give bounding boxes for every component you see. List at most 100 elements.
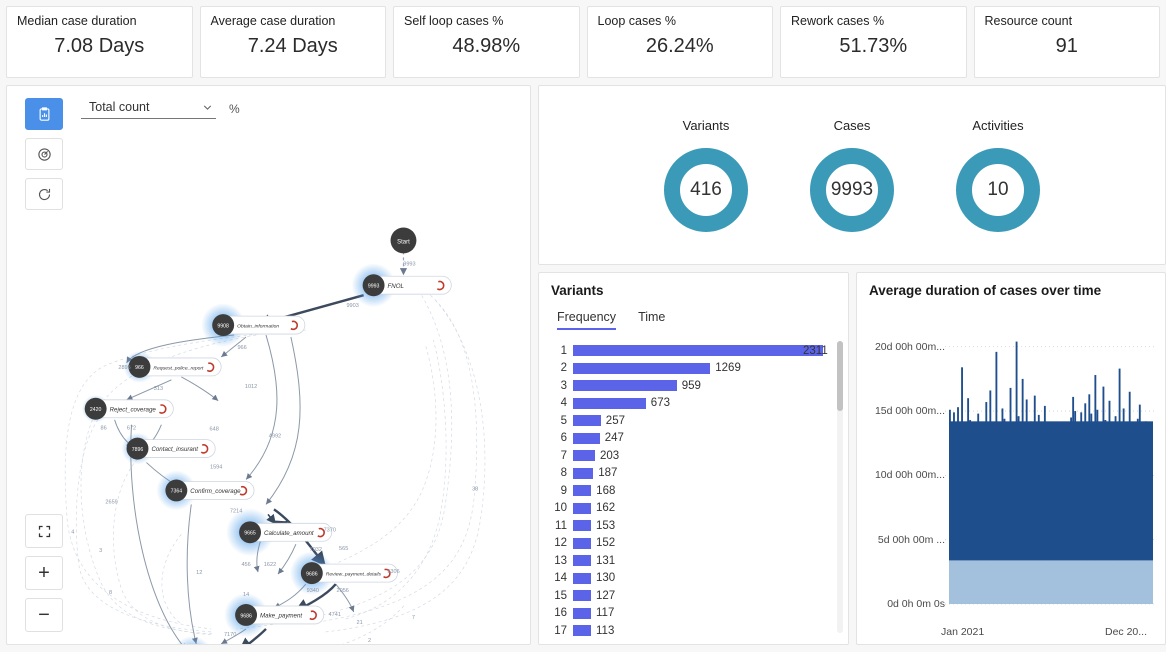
variant-row[interactable]: 1 2311	[547, 342, 832, 360]
variant-bar	[573, 467, 594, 479]
variant-value: 959	[681, 379, 701, 392]
edge-label: 7370	[324, 527, 336, 533]
process-node[interactable]: 2420 Reject_coverage	[84, 397, 174, 420]
variant-rank: 14	[554, 572, 567, 585]
node-count: 9665	[244, 531, 256, 537]
variants-scrollbar-thumb[interactable]	[837, 341, 843, 411]
process-map-panel[interactable]: Start End 9993FNOL9908Obtain_information…	[6, 85, 531, 645]
variant-row[interactable]: 14 130	[547, 570, 832, 588]
edge-label: 1622	[264, 562, 276, 568]
process-node[interactable]: 9686 Review_payment_details	[300, 562, 398, 585]
process-node[interactable]: 966 Request_police_report	[128, 355, 222, 378]
variant-row[interactable]: 13 131	[547, 552, 832, 570]
variant-value: 673	[650, 397, 670, 410]
fit-screen-icon[interactable]	[25, 514, 63, 548]
variant-row[interactable]: 5 257	[547, 412, 832, 430]
edge-label: 12	[196, 570, 202, 576]
variant-row[interactable]: 8 187	[547, 465, 832, 483]
variant-rank: 8	[560, 467, 567, 480]
variants-tab[interactable]: Time	[638, 310, 665, 330]
y-axis-tick-label: 5d 00h 00m ...	[877, 533, 945, 546]
zoom-in-button[interactable]: +	[25, 556, 63, 590]
variant-value: 130	[596, 572, 616, 585]
process-map-column: Start End 9993FNOL9908Obtain_information…	[6, 85, 531, 645]
variants-tab[interactable]: Frequency	[557, 310, 617, 330]
variant-value: 152	[596, 537, 616, 550]
variant-value: 247	[604, 432, 624, 445]
metric-select[interactable]: Total count	[81, 100, 216, 119]
variant-rank: 4	[560, 397, 567, 410]
duration-chart-area[interactable]: 0d 0h 0m 0s 5d 00h 00m ... 10d 00h 00m... 1…	[857, 309, 1165, 644]
zoom-out-button[interactable]: −	[25, 598, 63, 632]
variants-scrollbar[interactable]	[837, 341, 843, 633]
donut-ring: 10	[952, 144, 1044, 236]
variant-rank: 2	[560, 362, 567, 375]
x-axis-tick-label: Jan 2021	[941, 626, 985, 638]
kpi-card: Loop cases % 26.24%	[586, 6, 773, 78]
process-node[interactable]: 9908 Obtain_information	[212, 314, 306, 337]
node-label: Confirm_coverage	[190, 488, 241, 495]
variant-row[interactable]: 15 127	[547, 587, 832, 605]
variant-value: 203	[599, 449, 620, 462]
variant-row[interactable]: 17 113	[547, 622, 832, 640]
variants-title: Variants	[551, 283, 604, 298]
map-toolbar	[25, 98, 63, 210]
chevron-down-icon	[203, 104, 212, 110]
node-count: 9908	[217, 323, 229, 329]
rework-icon[interactable]	[25, 178, 63, 210]
process-node[interactable]: 9993 FNOL	[362, 274, 452, 297]
summary-metric-value: 416	[690, 179, 722, 200]
node-start[interactable]: Start	[390, 227, 417, 254]
variant-row[interactable]: 2 1269	[547, 360, 832, 378]
kpi-value: 91	[1055, 35, 1078, 57]
y-axis-tick-label: 20d 00h 00m...	[874, 340, 945, 353]
process-map-graph[interactable]: Start End 9993FNOL9908Obtain_information…	[7, 86, 530, 644]
variant-row[interactable]: 6 247	[547, 430, 832, 448]
variant-row[interactable]: 10 162	[547, 500, 832, 518]
edge-label: 3	[99, 548, 102, 554]
edge-label: 4992	[269, 434, 281, 440]
variant-row[interactable]: 9 168	[547, 482, 832, 500]
variant-row[interactable]: 7 203	[547, 447, 832, 465]
variant-row[interactable]: 3 959	[547, 377, 832, 395]
variant-row[interactable]: 4 673	[547, 395, 832, 413]
performance-icon[interactable]	[25, 138, 63, 170]
variant-value: 117	[596, 607, 615, 620]
node-count: 7364	[171, 489, 183, 495]
node-label: Obtain_information	[237, 324, 279, 330]
process-node[interactable]: 9686 Make_payment	[235, 604, 325, 626]
edge-label: 2	[368, 638, 371, 644]
variant-row[interactable]: 11 153	[547, 517, 832, 535]
y-axis-tick-label: 10d 00h 00m...	[874, 469, 945, 482]
variant-bar	[573, 415, 601, 427]
frequency-icon[interactable]	[25, 98, 63, 130]
variant-bar	[573, 485, 592, 497]
summary-metric-label: Variants	[682, 118, 730, 133]
process-node[interactable]: 9665 Calculate_amount	[239, 521, 333, 544]
variant-row[interactable]: 16 117	[547, 605, 832, 623]
variant-bar	[573, 520, 591, 532]
variant-rank: 17	[554, 624, 567, 637]
kpi-label: Self loop cases %	[404, 14, 504, 28]
variant-rank: 13	[554, 554, 567, 567]
edge-label: 8	[109, 590, 112, 596]
kpi-value: 7.24 Days	[247, 35, 338, 57]
donut-ring: 9993	[806, 144, 898, 236]
node-count: 7896	[132, 447, 144, 453]
y-axis-tick-label: 15d 00h 00m...	[874, 405, 945, 418]
process-node[interactable]: 7896 Contact_insurant	[126, 437, 216, 460]
process-node[interactable]: 7364 Confirm_coverage	[165, 479, 255, 502]
variant-value: 162	[596, 502, 616, 515]
variant-bar	[573, 625, 591, 637]
edge-label: 4741	[329, 612, 341, 618]
edge-label: 2659	[105, 499, 117, 505]
variant-rank: 7	[560, 449, 567, 462]
variant-bar-track: 2311	[573, 342, 832, 360]
edge-label: 9993	[403, 261, 415, 267]
node-label: Calculate_amount	[264, 530, 314, 537]
edge-label: 5306	[387, 569, 399, 575]
variant-value: 257	[605, 414, 625, 427]
node-count: 9686	[306, 571, 318, 577]
variant-row[interactable]: 12 152	[547, 535, 832, 553]
edge-label: 7214	[230, 508, 242, 514]
